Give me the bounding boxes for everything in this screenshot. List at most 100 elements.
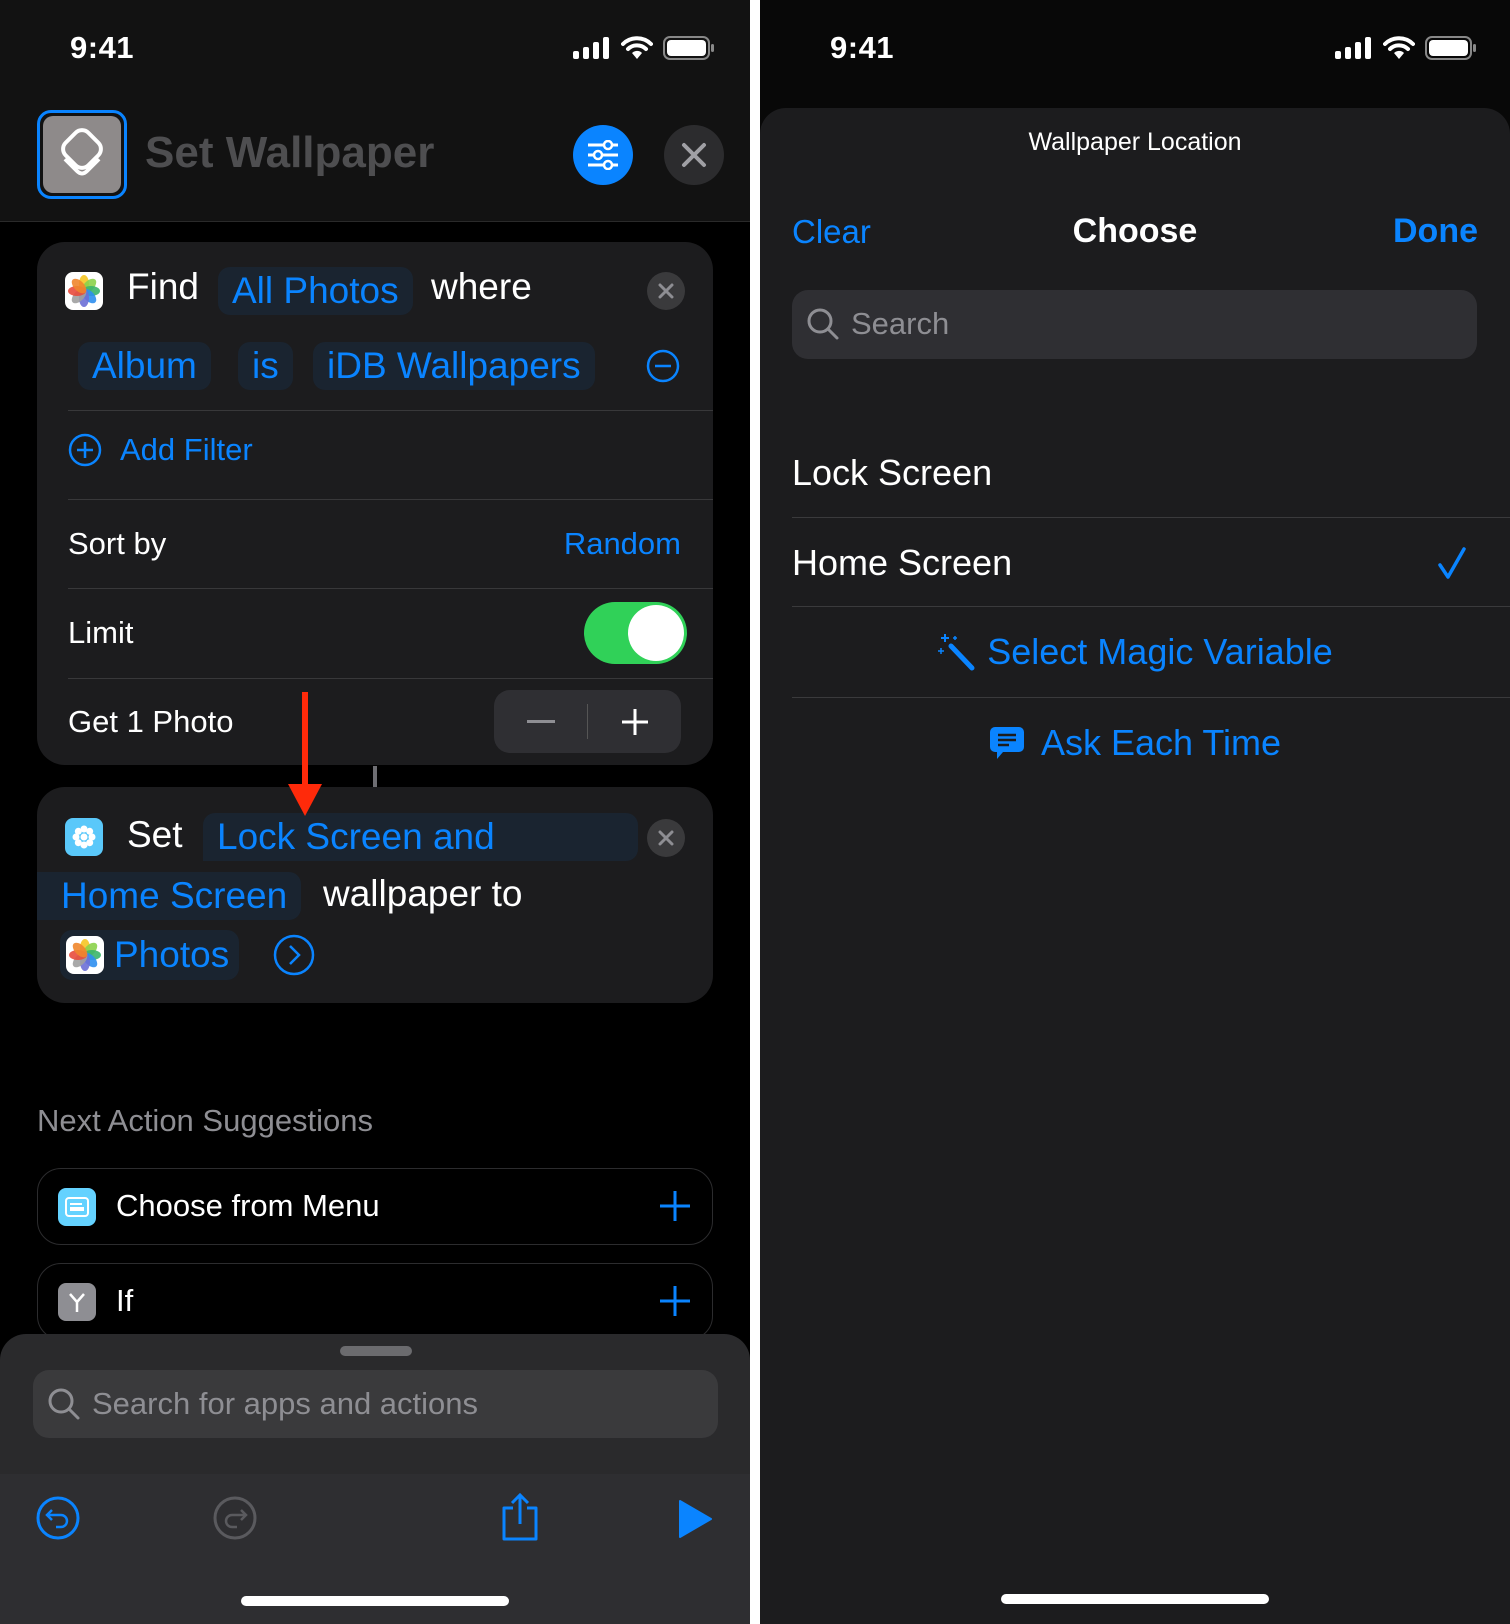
count-stepper: [494, 690, 681, 753]
branch-icon: [58, 1283, 96, 1321]
battery-icon: [663, 36, 714, 60]
close-icon: [658, 830, 674, 846]
ask-each-time-button[interactable]: Ask Each Time: [760, 698, 1510, 788]
add-filter-label: Add Filter: [120, 432, 253, 467]
wifi-icon: [621, 36, 653, 59]
divider: [68, 678, 713, 679]
divider: [68, 588, 713, 589]
toggle-knob: [628, 605, 684, 661]
remove-filter-icon[interactable]: [646, 349, 680, 383]
ask-each-time-label: Ask Each Time: [1040, 722, 1282, 763]
remove-action-button[interactable]: [647, 272, 685, 310]
search-icon: [48, 1388, 80, 1420]
battery-icon: [1425, 36, 1476, 60]
photos-app-icon: [65, 272, 103, 310]
suggestion-label: Choose from Menu: [116, 1188, 380, 1223]
suggestion-label: If: [116, 1283, 134, 1318]
undo-icon[interactable]: [36, 1496, 80, 1540]
chevron-right-circle-icon[interactable]: [273, 934, 315, 976]
sheet-grabber[interactable]: [340, 1346, 412, 1356]
sort-value[interactable]: Random: [564, 526, 681, 562]
filter-value-chip[interactable]: iDB Wallpapers: [313, 342, 595, 390]
menu-icon: [58, 1188, 96, 1226]
suggestions-heading: Next Action Suggestions: [37, 1103, 374, 1138]
input-variable-chip[interactable]: Photos: [60, 930, 240, 980]
editor-toolbar: [0, 1474, 750, 1624]
home-indicator: [241, 1596, 509, 1606]
decrement-button[interactable]: [494, 690, 587, 753]
plus-circle-icon: [68, 433, 102, 467]
wallpaper-app-icon: [65, 818, 103, 856]
status-icons: [573, 36, 715, 60]
limit-toggle[interactable]: [584, 602, 687, 664]
plus-icon: [621, 708, 648, 735]
add-filter-button[interactable]: Add Filter: [68, 432, 253, 468]
play-icon[interactable]: [677, 1499, 713, 1539]
suggestion-item[interactable]: If: [37, 1263, 713, 1340]
search-placeholder: Search: [851, 306, 950, 341]
divider: [68, 410, 713, 411]
options-search-field[interactable]: Search: [792, 290, 1477, 359]
wallpaper-location-sheet: Wallpaper Location Clear Choose Done Sea…: [760, 108, 1510, 1624]
increment-button[interactable]: [588, 690, 681, 753]
checkmark-icon: [1438, 547, 1466, 579]
search-placeholder: Search for apps and actions: [92, 1386, 479, 1421]
home-indicator: [1001, 1594, 1269, 1604]
sliders-icon: [588, 140, 618, 170]
where-label: where: [431, 266, 532, 307]
sort-by-label: Sort by: [68, 526, 167, 561]
find-photos-action-card: Find All Photos where Album is iDB Wallp…: [37, 242, 713, 765]
wallpaper-to-label: wallpaper to: [323, 873, 523, 914]
filter-field-chip[interactable]: Album: [78, 342, 211, 390]
add-suggestion-icon[interactable]: [656, 1282, 694, 1320]
suggestion-item[interactable]: Choose from Menu: [37, 1168, 713, 1245]
location-chip-line1[interactable]: Lock Screen and: [203, 813, 638, 861]
share-icon[interactable]: [500, 1492, 540, 1542]
status-icons: [1335, 36, 1477, 60]
shortcuts-icon: [61, 127, 103, 175]
signal-icon: [573, 37, 609, 59]
status-time: 9:41: [70, 30, 135, 65]
right-phone-picker: 9:41 Wallpaper Location Clear Choose Don…: [760, 0, 1510, 1624]
speech-bubble-icon: [989, 727, 1024, 759]
find-verb: Find: [127, 266, 199, 307]
wifi-icon: [1383, 36, 1415, 59]
add-suggestion-icon[interactable]: [656, 1187, 694, 1225]
magic-variable-label: Select Magic Variable: [987, 631, 1333, 672]
option-label: Home Screen: [792, 542, 1013, 583]
shortcut-title[interactable]: Set Wallpaper: [145, 128, 434, 178]
subject-chip[interactable]: All Photos: [218, 267, 413, 315]
annotation-arrow-icon: [288, 692, 322, 816]
option-home-screen[interactable]: Home Screen: [760, 518, 1510, 606]
option-label: Lock Screen: [792, 452, 993, 493]
magic-wand-icon: [938, 634, 975, 671]
set-verb: Set: [127, 814, 183, 855]
input-variable-label: Photos: [114, 934, 230, 975]
search-icon: [807, 308, 839, 340]
location-chip-line2[interactable]: Home Screen: [37, 872, 302, 920]
minus-icon: [526, 719, 555, 723]
action-connector: [373, 766, 377, 787]
status-time: 9:41: [830, 30, 895, 65]
photos-app-icon: [66, 936, 104, 974]
left-phone-editor: 9:41 Set Wallpaper Find All Photos where…: [0, 0, 750, 1624]
remove-action-button[interactable]: [647, 819, 685, 857]
redo-icon[interactable]: [213, 1496, 257, 1540]
limit-label: Limit: [68, 615, 134, 650]
actions-search-field[interactable]: Search for apps and actions: [33, 1370, 718, 1438]
done-button[interactable]: Done: [1393, 212, 1478, 251]
sheet-title: Wallpaper Location: [1028, 128, 1242, 156]
signal-icon: [1335, 37, 1371, 59]
close-icon: [682, 143, 706, 167]
shortcut-app-icon[interactable]: [37, 110, 127, 199]
divider: [68, 499, 713, 500]
select-magic-variable-button[interactable]: Select Magic Variable: [760, 607, 1510, 697]
filter-operator-chip[interactable]: is: [238, 342, 293, 390]
close-button[interactable]: [664, 125, 724, 185]
close-icon: [658, 283, 674, 299]
editor-header: 9:41 Set Wallpaper: [0, 0, 750, 222]
get-count-label: Get 1 Photo: [68, 704, 234, 739]
option-lock-screen[interactable]: Lock Screen: [760, 428, 1510, 517]
settings-button[interactable]: [573, 125, 633, 185]
set-wallpaper-action-card: Set Lock Screen and Home Screen wallpape…: [37, 787, 713, 1003]
